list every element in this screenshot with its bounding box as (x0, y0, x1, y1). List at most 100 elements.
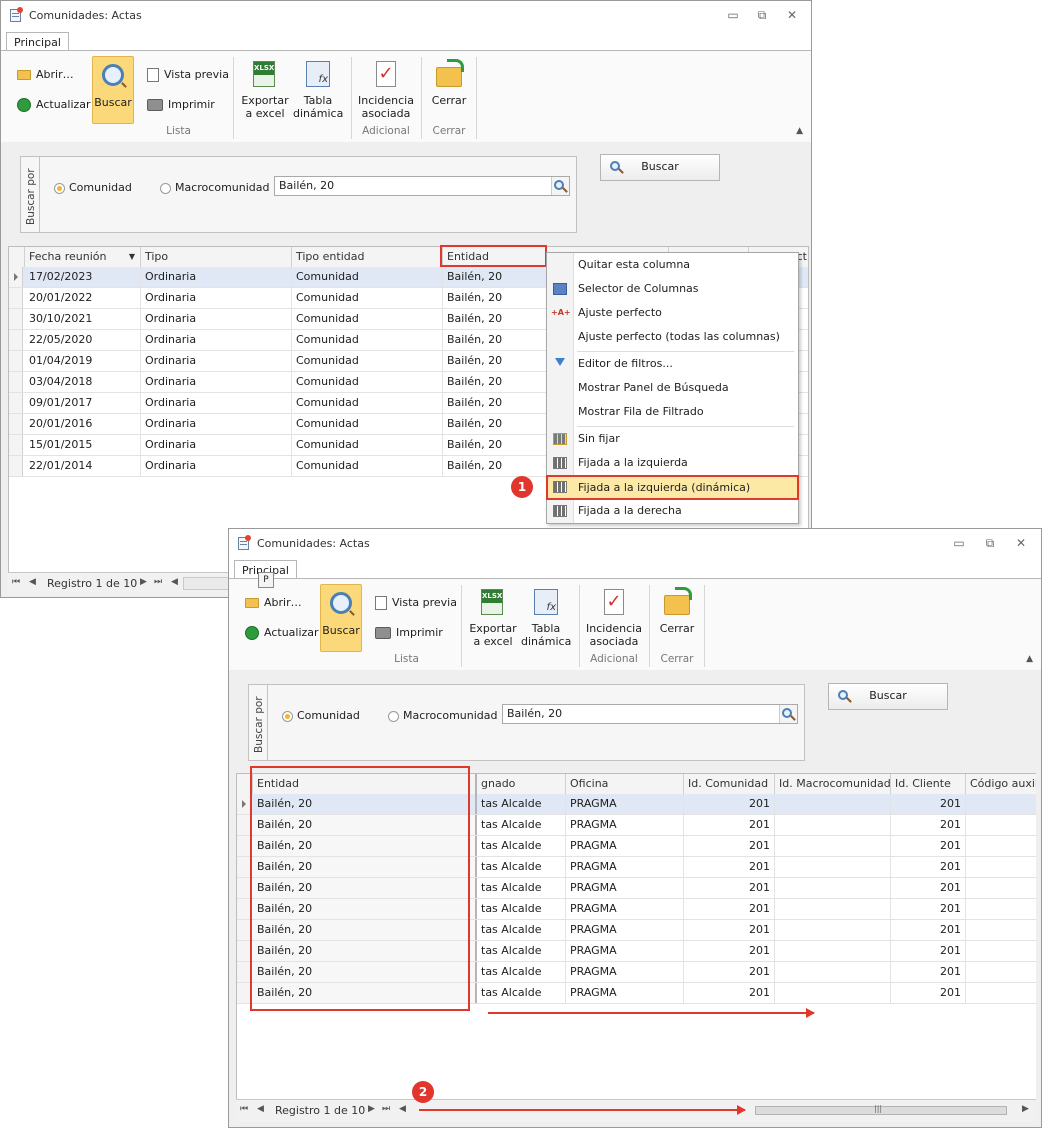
table-cell[interactable]: 15/01/2015 (25, 435, 141, 455)
table-cell[interactable]: 201 (891, 983, 966, 1003)
table-cell[interactable]: Comunidad (292, 435, 443, 455)
row-indicator[interactable] (237, 794, 251, 814)
table-cell[interactable]: tas Alcalde (477, 920, 566, 940)
table-cell[interactable]: 201 (684, 815, 775, 835)
table-cell[interactable]: 201 (684, 920, 775, 940)
row-indicator[interactable] (9, 267, 23, 287)
table-cell[interactable]: Ordinaria (141, 435, 292, 455)
table-cell[interactable] (775, 836, 891, 856)
table-cell[interactable] (966, 857, 1036, 877)
cerrar-button[interactable]: Cerrar (427, 59, 471, 107)
table-cell[interactable] (966, 836, 1036, 856)
table-cell[interactable]: tas Alcalde (477, 983, 566, 1003)
table-cell[interactable]: 20/01/2022 (25, 288, 141, 308)
menu-fijada-izquierda-dinamica[interactable]: Fijada a la izquierda (dinámica) (546, 475, 799, 500)
table-cell[interactable]: 01/04/2019 (25, 351, 141, 371)
table-cell[interactable]: Ordinaria (141, 414, 292, 434)
nav-next-button[interactable]: ▶ (140, 577, 147, 587)
menu-fijada-derecha[interactable]: Fijada a la derecha (547, 500, 798, 522)
search-input[interactable]: Bailén, 20 (274, 176, 570, 196)
row-indicator[interactable] (9, 456, 23, 476)
table-cell[interactable]: 201 (684, 836, 775, 856)
menu-ajuste-perfecto-todas[interactable]: Ajuste perfecto (todas las columnas) (547, 326, 798, 348)
menu-mostrar-panel-busqueda[interactable]: Mostrar Panel de Búsqueda (547, 377, 798, 399)
radio-comunidad[interactable]: Comunidad (54, 181, 132, 194)
table-cell[interactable]: 20/01/2016 (25, 414, 141, 434)
table-cell[interactable]: 22/05/2020 (25, 330, 141, 350)
header-id-macrocomunidad[interactable]: Id. Macrocomunidad (775, 774, 891, 794)
table-cell[interactable]: tas Alcalde (477, 878, 566, 898)
row-indicator[interactable] (9, 330, 23, 350)
menu-mostrar-fila-filtrado[interactable]: Mostrar Fila de Filtrado (547, 401, 798, 423)
menu-editor-filtros[interactable]: Editor de filtros... (547, 353, 798, 375)
table-cell[interactable]: tas Alcalde (477, 899, 566, 919)
table-cell[interactable]: Comunidad (292, 330, 443, 350)
table-cell[interactable]: Ordinaria (141, 267, 292, 287)
table-cell[interactable]: 201 (684, 983, 775, 1003)
close-button[interactable]: ✕ (1012, 535, 1030, 551)
table-cell[interactable]: tas Alcalde (477, 794, 566, 814)
radio-macrocomunidad[interactable]: Macrocomunidad (388, 709, 498, 722)
incidencia-asociada-button[interactable]: ✓ Incidencia asociada (357, 59, 415, 120)
table-cell[interactable]: Ordinaria (141, 309, 292, 329)
table-cell[interactable]: Comunidad (292, 309, 443, 329)
table-cell[interactable] (775, 962, 891, 982)
table-cell[interactable]: Ordinaria (141, 330, 292, 350)
row-indicator[interactable] (9, 372, 23, 392)
close-button[interactable]: ✕ (783, 7, 801, 23)
row-indicator[interactable] (237, 836, 251, 856)
row-indicator[interactable] (237, 920, 251, 940)
table-cell[interactable]: tas Alcalde (477, 941, 566, 961)
nav-prev-button[interactable]: ◀ (29, 577, 36, 587)
table-cell[interactable]: PRAGMA (566, 962, 684, 982)
radio-macrocomunidad[interactable]: Macrocomunidad (160, 181, 270, 194)
table-cell[interactable] (966, 941, 1036, 961)
table-cell[interactable]: Ordinaria (141, 351, 292, 371)
table-cell[interactable]: 201 (684, 878, 775, 898)
table-cell[interactable]: 201 (891, 857, 966, 877)
table-cell[interactable] (966, 983, 1036, 1003)
table-cell[interactable]: 09/01/2017 (25, 393, 141, 413)
actualizar-button[interactable]: Actualizar (17, 94, 91, 116)
abrir-button[interactable]: Abrir… (17, 64, 74, 86)
hscroll-right-button[interactable]: ▶ (1022, 1104, 1029, 1114)
header-id-comunidad[interactable]: Id. Comunidad (684, 774, 775, 794)
table-cell[interactable] (966, 962, 1036, 982)
restore-button[interactable]: ⧉ (753, 7, 771, 23)
table-cell[interactable]: 22/01/2014 (25, 456, 141, 476)
row-indicator[interactable] (9, 309, 23, 329)
vista-previa-button[interactable]: Vista previa (147, 64, 229, 86)
table-cell[interactable]: Comunidad (292, 288, 443, 308)
table-cell[interactable] (966, 899, 1036, 919)
table-cell[interactable]: Ordinaria (141, 456, 292, 476)
tab-principal[interactable]: Principal (6, 32, 69, 52)
buscar-button[interactable]: Buscar (828, 683, 948, 710)
table-cell[interactable]: tas Alcalde (477, 836, 566, 856)
header-fecha-reunion[interactable]: Fecha reunión ▼ (25, 247, 141, 267)
row-indicator[interactable] (237, 962, 251, 982)
row-indicator[interactable] (9, 435, 23, 455)
abrir-button[interactable]: Abrir… (245, 592, 302, 614)
table-cell[interactable]: 201 (891, 815, 966, 835)
table-cell[interactable]: 30/10/2021 (25, 309, 141, 329)
hscroll-thumb[interactable]: ||| (755, 1104, 1007, 1115)
table-cell[interactable]: 201 (891, 962, 966, 982)
table-cell[interactable]: 03/04/2018 (25, 372, 141, 392)
nav-first-button[interactable]: ⏮ (12, 577, 20, 587)
row-indicator[interactable] (237, 899, 251, 919)
table-cell[interactable]: tas Alcalde (477, 857, 566, 877)
exportar-excel-button[interactable]: XLSX Exportar a excel (467, 587, 519, 648)
buscar-ribbon-button[interactable]: Buscar (92, 56, 134, 124)
table-cell[interactable]: 201 (684, 941, 775, 961)
search-input-magnifier-icon[interactable] (779, 705, 797, 723)
table-cell[interactable]: 201 (891, 899, 966, 919)
row-indicator[interactable] (237, 983, 251, 1003)
menu-ajuste-perfecto[interactable]: +A+ Ajuste perfecto (547, 302, 798, 324)
table-cell[interactable]: tas Alcalde (477, 815, 566, 835)
table-cell[interactable] (966, 920, 1036, 940)
minimize-button[interactable]: ▭ (950, 535, 968, 551)
header-gnado[interactable]: gnado (477, 774, 566, 794)
menu-sin-fijar[interactable]: Sin fijar (547, 428, 798, 450)
tabla-dinamica-button[interactable]: fx Tabla dinámica (293, 59, 343, 120)
table-cell[interactable] (775, 857, 891, 877)
